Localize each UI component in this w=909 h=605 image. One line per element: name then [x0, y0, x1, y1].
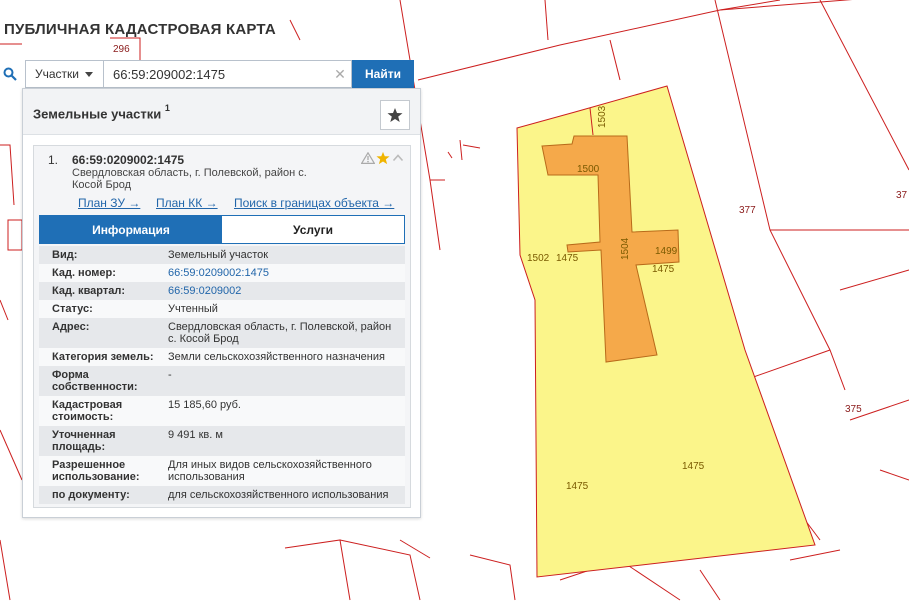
map-view[interactable]: 296 1503 1500 1502 1475 1499 1475 1504 3…: [0, 0, 909, 605]
results-count: 1: [164, 103, 170, 113]
info-label: Кад. квартал:: [39, 282, 159, 300]
info-label: Адрес:: [39, 318, 159, 348]
object-type-label: Участки: [35, 67, 79, 81]
info-value[interactable]: 66:59:0209002: [159, 282, 405, 300]
info-label: Кадастровая стоимость:: [39, 396, 159, 426]
info-label: Уточненная площадь:: [39, 426, 159, 456]
plan-zu-link[interactable]: План ЗУ →: [78, 196, 140, 210]
info-label: по документу:: [39, 486, 159, 504]
info-label: Кад. номер:: [39, 264, 159, 282]
app-title: ПУБЛИЧНАЯ КАДАСТРОВАЯ КАРТА: [4, 21, 276, 38]
info-label: Разрешенное использование:: [39, 456, 159, 486]
find-button[interactable]: Найти: [352, 60, 414, 88]
info-row: Кад. номер: 66:59:0209002:1475: [39, 264, 405, 282]
chevron-down-icon: [85, 71, 93, 77]
results-panel: Земельные участки 1 1. 66:59:0209002:147…: [22, 88, 421, 518]
search-icon[interactable]: [0, 61, 20, 87]
map-label-1475-a: 1475: [556, 253, 579, 264]
search-input[interactable]: [103, 60, 352, 88]
info-table: Вид: Земельный участок Кад. номер: 66:59:02…: [39, 246, 405, 504]
result-cadastral-number[interactable]: 66:59:0209002:1475: [72, 153, 184, 167]
info-row: Кадастровая стоимость: 15 185,60 руб.: [39, 396, 405, 426]
map-label-1499: 1499: [655, 246, 678, 257]
favorites-button[interactable]: [380, 100, 410, 130]
map-label-1503: 1503: [597, 105, 608, 128]
map-label-375: 375: [845, 404, 862, 415]
info-row: Адрес: Свердловская область, г. Полевской…: [39, 318, 405, 348]
info-row: Разрешенное использование: Для иных видов…: [39, 456, 405, 486]
map-label-1502: 1502: [527, 253, 550, 264]
result-address: Свердловская область, г. Полевской, райо…: [72, 167, 307, 191]
info-value[interactable]: 66:59:0209002:1475: [159, 264, 405, 282]
info-value: Свердловская область, г. Полевской, райо…: [159, 318, 405, 348]
warning-icon[interactable]: [361, 152, 375, 164]
search-in-bounds-link[interactable]: Поиск в границах объекта →: [234, 196, 394, 210]
result-index: 1.: [48, 153, 59, 167]
map-label-1500: 1500: [577, 164, 600, 175]
plan-kk-link[interactable]: План КК →: [156, 196, 218, 210]
map-label-1475-c: 1475: [682, 461, 705, 472]
info-label: Категория земель:: [39, 348, 159, 366]
tab-information[interactable]: Информация: [40, 216, 222, 243]
info-row: Статус: Учтенный: [39, 300, 405, 318]
info-value: Учтенный: [159, 300, 405, 318]
result-tabs: Информация Услуги: [39, 215, 405, 244]
map-label-1475-b: 1475: [652, 264, 675, 275]
info-value: 15 185,60 руб.: [159, 396, 405, 426]
info-value: для сельскохозяйственного использования: [159, 486, 405, 504]
clear-icon[interactable]: ✕: [332, 65, 348, 83]
info-value: 9 491 кв. м: [159, 426, 405, 456]
info-label: Вид:: [39, 246, 159, 264]
tab-services[interactable]: Услуги: [222, 216, 404, 243]
info-row: Уточненная площадь: 9 491 кв. м: [39, 426, 405, 456]
info-value: Для иных видов сельскохозяйственного исп…: [159, 456, 405, 486]
star-icon[interactable]: [376, 151, 390, 165]
map-label-37: 37: [896, 190, 908, 201]
result-card[interactable]: 1. 66:59:0209002:1475 Свердловская облас…: [33, 145, 411, 508]
info-value: Земли сельскохозяйственного назначения: [159, 348, 405, 366]
search-bar: Участки ✕ Найти: [25, 60, 414, 88]
chevron-up-icon[interactable]: [392, 152, 404, 164]
star-icon: [387, 108, 403, 122]
panel-header: Земельные участки 1: [23, 89, 420, 135]
map-label-296: 296: [113, 44, 130, 55]
info-value: Земельный участок: [159, 246, 405, 264]
map-label-1475-d: 1475: [566, 481, 589, 492]
info-row: по документу: для сельскохозяйственного и…: [39, 486, 405, 504]
info-label: Статус:: [39, 300, 159, 318]
info-label: Форма собственности:: [39, 366, 159, 396]
panel-title: Земельные участки 1: [33, 103, 170, 122]
panel-title-text: Земельные участки: [33, 106, 162, 122]
map-label-1504: 1504: [620, 237, 631, 260]
info-row: Категория земель: Земли сельскохозяйствен…: [39, 348, 405, 366]
object-type-select[interactable]: Участки: [25, 60, 103, 88]
map-label-377: 377: [739, 205, 756, 216]
info-row: Кад. квартал: 66:59:0209002: [39, 282, 405, 300]
info-value: -: [159, 366, 405, 396]
info-row: Форма собственности: -: [39, 366, 405, 396]
info-row: Вид: Земельный участок: [39, 246, 405, 264]
